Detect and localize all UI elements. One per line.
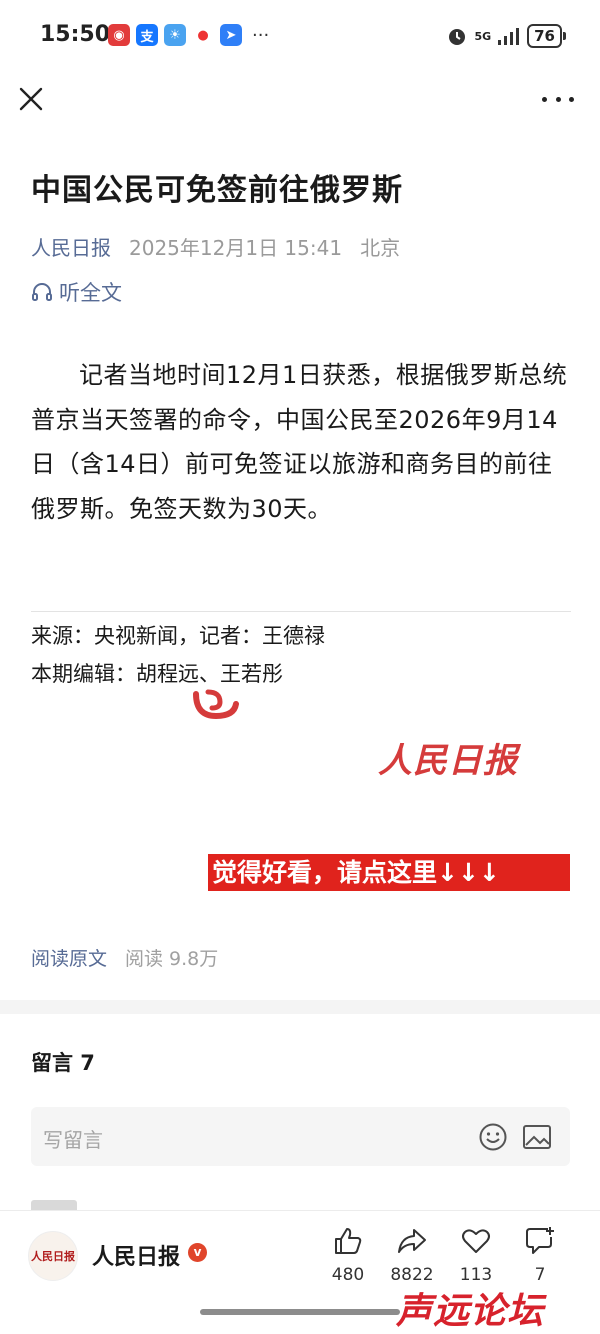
read-original-link[interactable]: 阅读原文 xyxy=(31,944,107,971)
emoji-icon xyxy=(479,1123,507,1151)
more-options-button[interactable] xyxy=(542,90,574,108)
alipay-icon: 支 xyxy=(136,24,158,46)
listen-label: 听全文 xyxy=(59,281,122,305)
battery-indicator: 76 xyxy=(527,24,566,48)
comment-placeholder: 写留言 xyxy=(43,1128,103,1152)
listen-button[interactable]: 听全文 xyxy=(31,277,122,307)
more-dot-icon xyxy=(569,96,574,102)
weather-icon: ☀ xyxy=(164,24,186,46)
home-indicator[interactable] xyxy=(200,1309,400,1315)
network-type: 5G xyxy=(474,29,492,43)
top-nav xyxy=(0,72,600,128)
nav-app-icon: ➤ xyxy=(220,24,242,46)
section-separator xyxy=(0,1000,600,1014)
article-title: 中国公民可免签前往俄罗斯 xyxy=(31,173,403,208)
map-pin-icon: ● xyxy=(192,24,214,46)
like-count: 480 xyxy=(331,1265,365,1285)
emoji-button[interactable] xyxy=(478,1122,508,1152)
more-dot-icon xyxy=(542,96,547,102)
close-button[interactable] xyxy=(18,86,44,112)
image-icon xyxy=(523,1125,551,1149)
comment-button[interactable]: 7 xyxy=(510,1225,570,1285)
share-button[interactable]: 8822 xyxy=(382,1225,442,1285)
verified-badge-icon: v xyxy=(188,1243,207,1262)
editor-line: 本期编辑：胡程远、王若彤 xyxy=(31,662,283,686)
notification-icons: ◉ 支 ☀ ● ➤ ··· xyxy=(108,24,269,46)
article-meta: 人民日报 2025年12月1日 15:41 北京 xyxy=(31,232,400,261)
thumbs-up-icon xyxy=(335,1228,362,1254)
headphones-icon xyxy=(32,283,52,301)
brand-logo: 人民日报 xyxy=(378,741,518,781)
account-name[interactable]: 人民日报 xyxy=(92,1239,180,1271)
author-link[interactable]: 人民日报 xyxy=(31,232,111,261)
favorite-button[interactable]: 113 xyxy=(446,1225,506,1285)
promo-banner[interactable]: 觉得好看，请点这里↓↓↓ xyxy=(208,854,570,891)
image-button[interactable] xyxy=(522,1124,552,1150)
more-dot-icon xyxy=(555,96,561,102)
system-status: 5G 76 xyxy=(446,24,566,48)
close-icon xyxy=(19,87,43,111)
account-avatar[interactable]: 人民日报 xyxy=(28,1231,78,1281)
status-bar: 15:50 ◉ 支 ☀ ● ➤ ··· 5G 76 xyxy=(0,0,600,72)
source-line: 来源：央视新闻，记者：王德禄 xyxy=(31,624,325,648)
publish-location: 北京 xyxy=(360,236,401,260)
add-comment-icon xyxy=(526,1227,554,1254)
divider xyxy=(31,611,571,612)
logo-fragment-icon xyxy=(193,689,239,720)
read-count: 阅读 9.8万 xyxy=(125,948,219,970)
publish-datetime: 2025年12月1日 15:41 xyxy=(129,236,343,260)
forum-watermark: 声远论坛 xyxy=(396,1291,545,1332)
article-body: 记者当地时间12月1日获悉，根据俄罗斯总统普京当天签署的命令，中国公民至2026… xyxy=(31,361,568,523)
signal-icon xyxy=(498,28,520,45)
comment-avatar-peek xyxy=(31,1200,77,1210)
status-time: 15:50 xyxy=(40,22,111,47)
like-button[interactable]: 480 xyxy=(318,1225,378,1285)
heart-icon xyxy=(462,1229,490,1253)
partial-logo-image xyxy=(190,688,242,722)
alarm-icon xyxy=(449,29,466,45)
comments-title: 留言 7 xyxy=(31,1051,95,1075)
read-stats: 阅读原文 阅读 9.8万 xyxy=(31,944,218,971)
share-icon xyxy=(398,1229,426,1253)
comment-input[interactable]: 写留言 xyxy=(31,1107,570,1166)
more-notifications-icon: ··· xyxy=(252,24,270,46)
app-notification-icon: ◉ xyxy=(108,24,130,46)
